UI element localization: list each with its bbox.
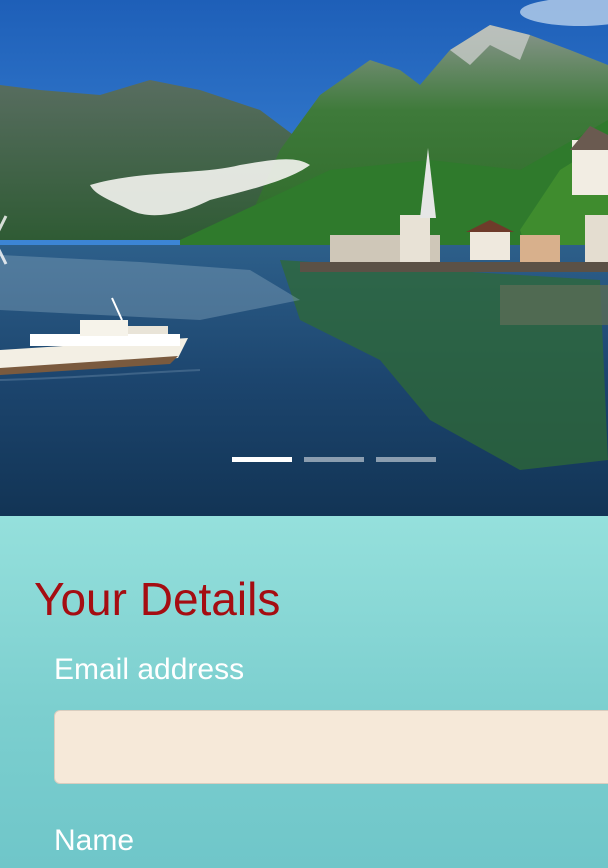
details-form-panel [0, 516, 608, 868]
chevron-left-icon [0, 215, 8, 265]
form-title: Your Details [34, 573, 281, 625]
hero-carousel[interactable] [0, 0, 608, 516]
email-label: Email address [54, 653, 245, 686]
carousel-indicator-1[interactable] [232, 457, 292, 462]
email-field[interactable] [54, 710, 608, 784]
carousel-indicators [232, 457, 436, 462]
name-label: Name [54, 824, 135, 857]
carousel-slide-image [0, 0, 608, 516]
carousel-prev-button[interactable] [0, 212, 8, 268]
carousel-indicator-2[interactable] [304, 457, 364, 462]
carousel-indicator-3[interactable] [376, 457, 436, 462]
